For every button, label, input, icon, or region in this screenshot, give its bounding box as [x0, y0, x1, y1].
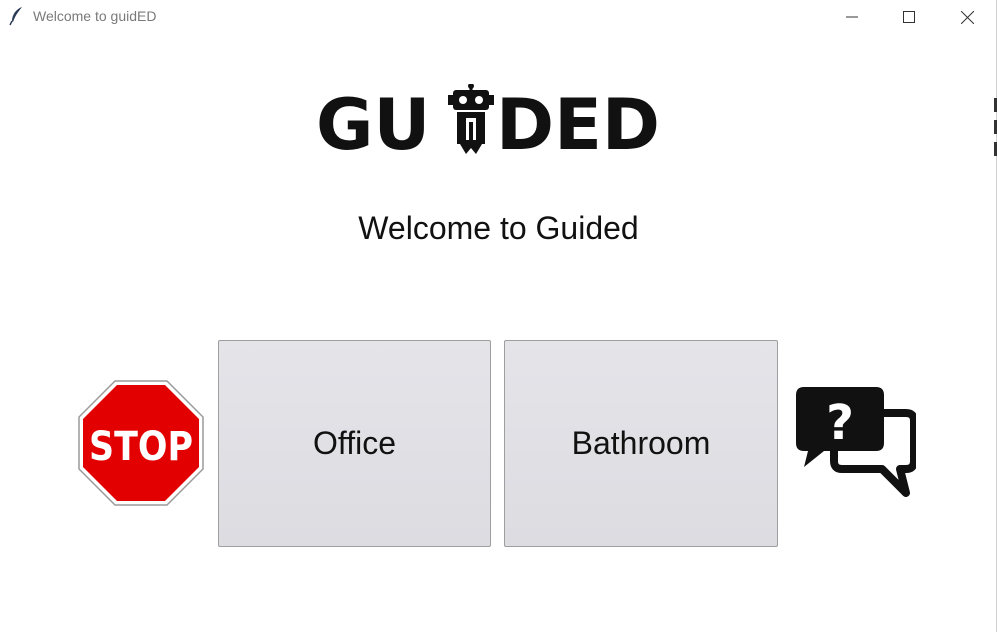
question-chat-icon[interactable]: ?: [794, 385, 916, 497]
stop-sign-icon[interactable]: STOP: [78, 380, 204, 506]
robot-icon: [448, 84, 494, 154]
app-window: Welcome to guidED GU DED Welcome to Guid…: [0, 0, 997, 632]
bathroom-button[interactable]: Bathroom: [504, 340, 778, 547]
logo-text-gu: GU: [316, 84, 430, 158]
maximize-icon: [903, 11, 915, 23]
close-button[interactable]: [938, 0, 996, 34]
window-title: Welcome to guidED: [33, 8, 157, 24]
close-icon: [960, 10, 974, 24]
office-button[interactable]: Office: [218, 340, 491, 547]
minimize-icon: [846, 16, 858, 18]
guided-logo: GU DED: [316, 84, 660, 158]
welcome-heading: Welcome to Guided: [358, 210, 639, 246]
maximize-button[interactable]: [880, 0, 938, 34]
svg-text:?: ?: [826, 395, 854, 451]
logo-text-ded: DED: [496, 84, 660, 158]
feather-icon: [9, 7, 22, 26]
minimize-button[interactable]: [823, 0, 881, 34]
title-bar[interactable]: Welcome to guidED: [0, 0, 996, 34]
stop-sign-text: STOP: [89, 424, 193, 470]
